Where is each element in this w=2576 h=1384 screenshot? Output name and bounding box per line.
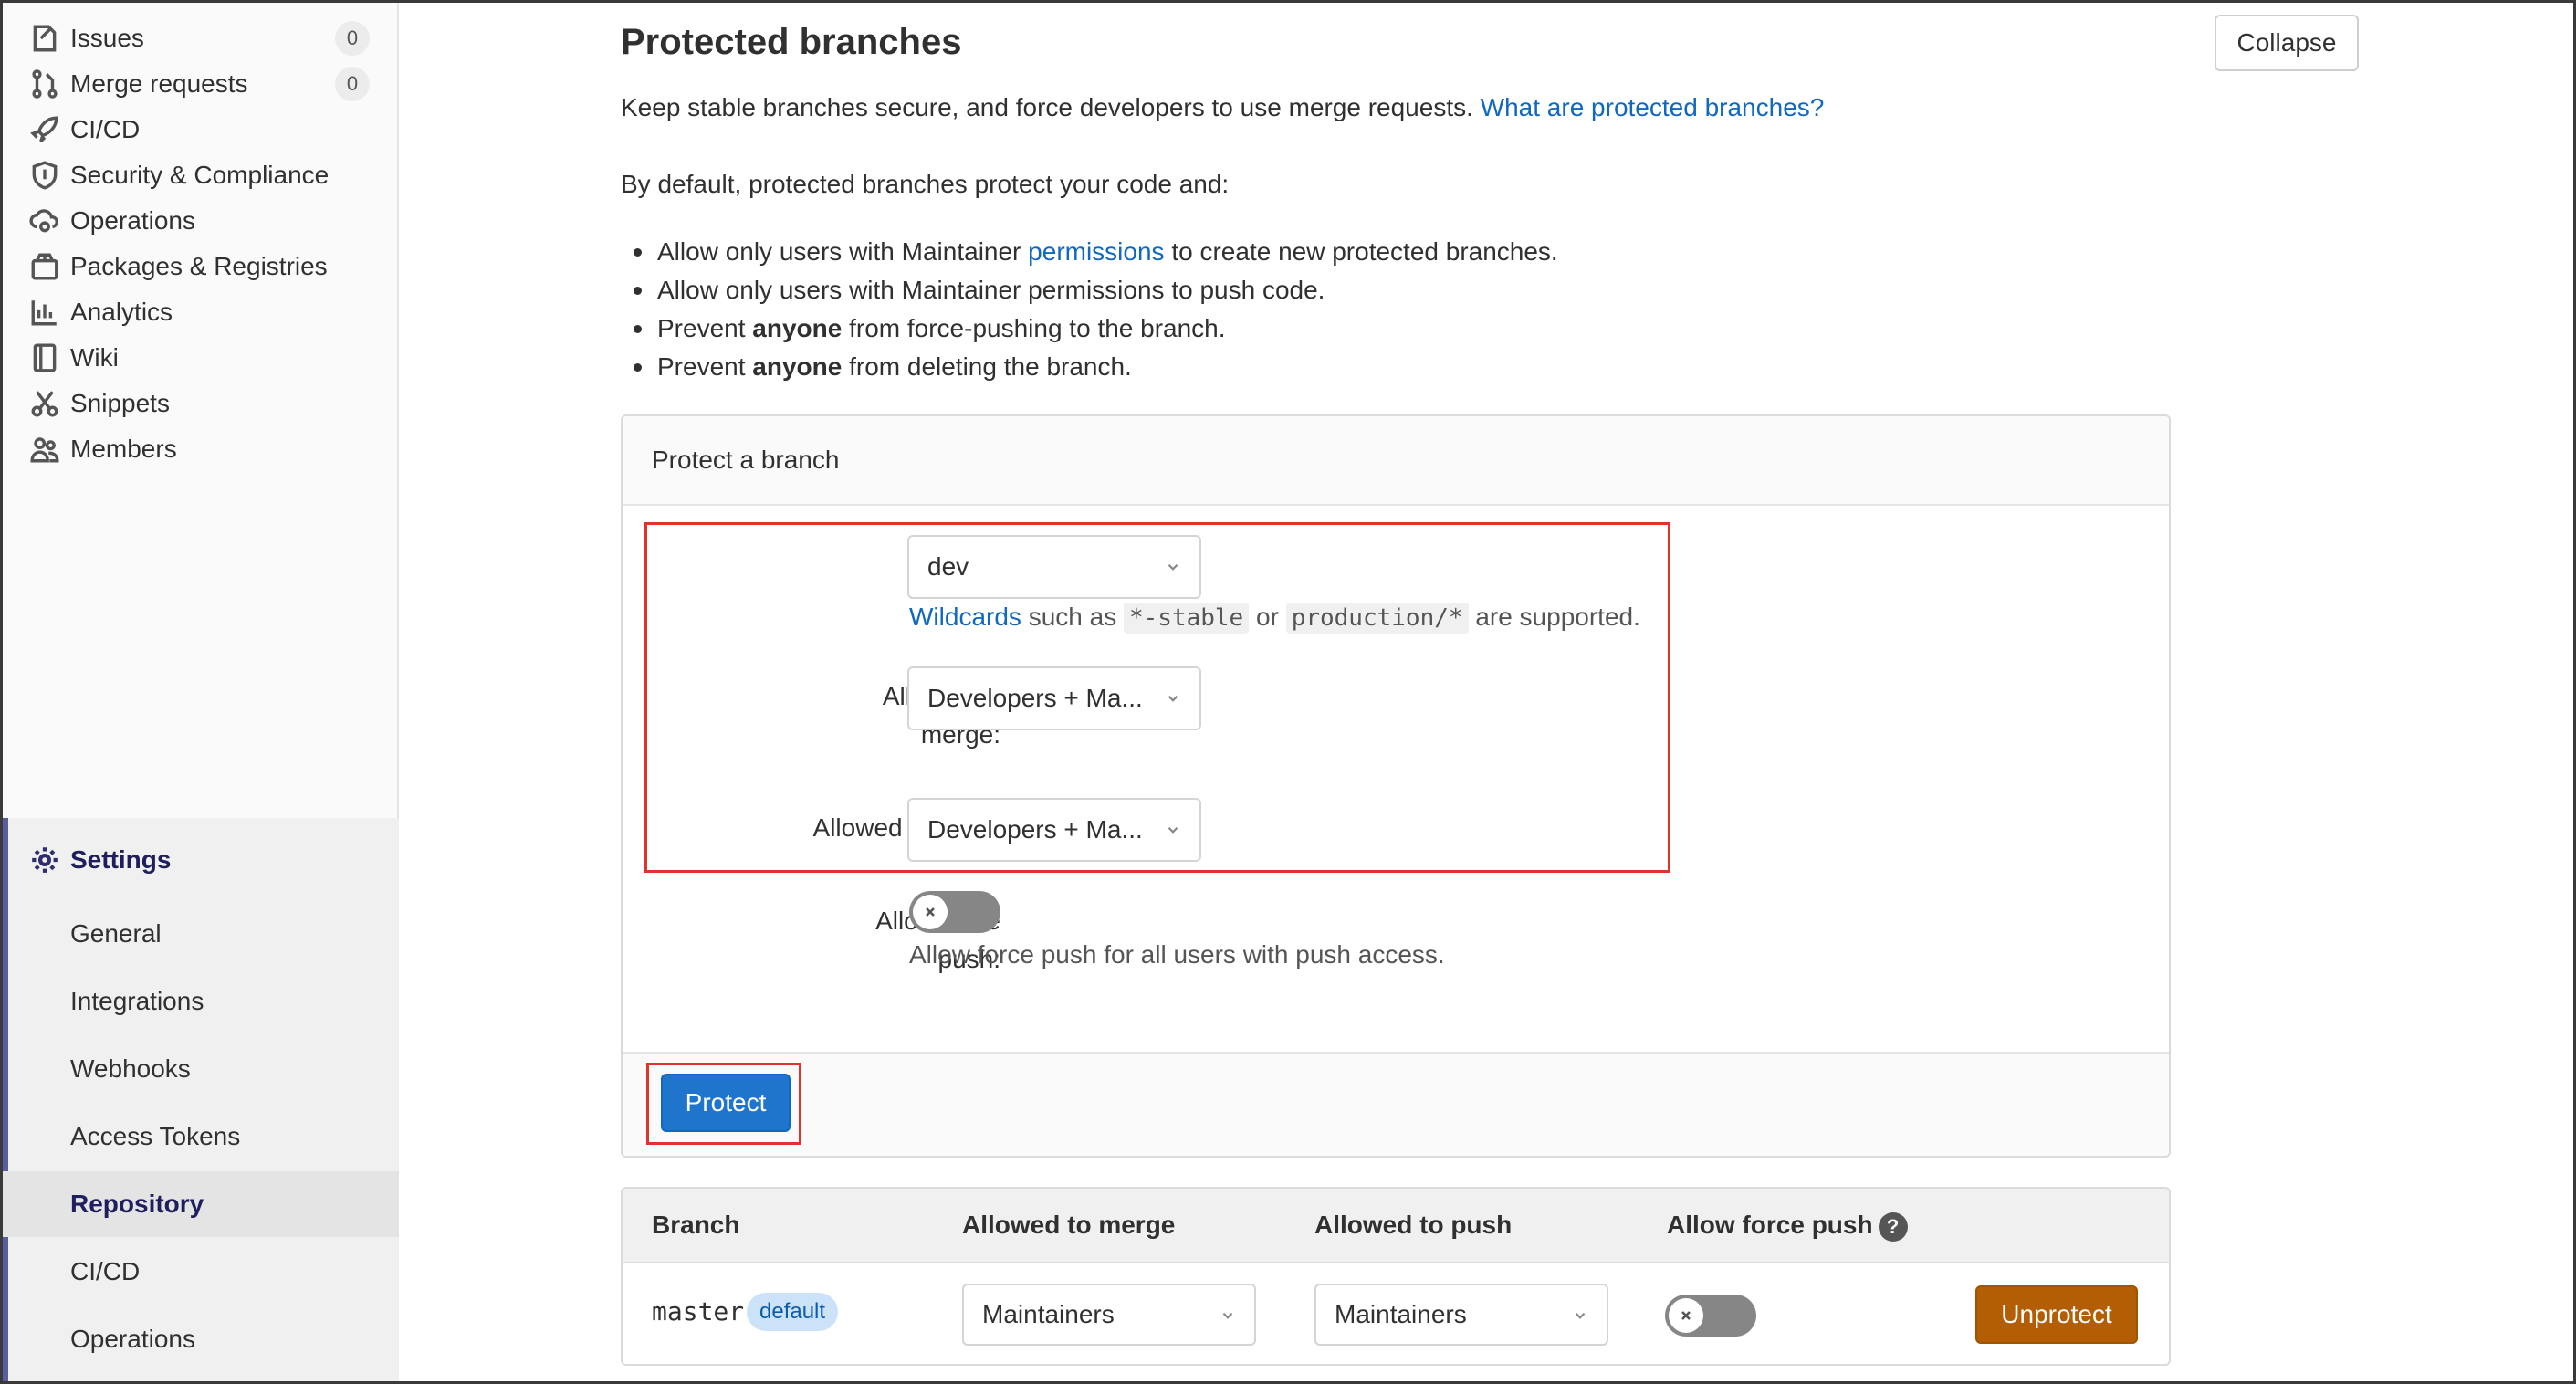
sidebar-item-members[interactable]: Members <box>3 408 399 490</box>
gear-icon <box>26 842 63 878</box>
sidebar-sub-label: Access Tokens <box>70 1122 241 1150</box>
sidebar-item-label: Members <box>70 435 177 463</box>
column-header-label: Allow force push <box>1667 1211 1873 1239</box>
sidebar-sub-operations[interactable]: Operations <box>3 1306 399 1372</box>
dropdown-value: Maintainers <box>982 1300 1115 1328</box>
column-header-branch: Branch <box>652 1211 740 1239</box>
close-icon <box>926 907 935 917</box>
table-header: Branch Allowed to merge Allowed to push … <box>623 1189 2169 1263</box>
sidebar-sub-webhooks[interactable]: Webhooks <box>3 1036 399 1102</box>
bullet-text: Allow only users with Maintainer permiss… <box>657 276 1325 304</box>
branch-select-value: dev <box>927 552 969 581</box>
sidebar-sub-integrations[interactable]: Integrations <box>3 969 399 1034</box>
bullet-text: from deleting the branch. <box>849 352 1132 381</box>
allowed-to-merge-dropdown[interactable]: Developers + Ma... <box>907 666 1201 730</box>
sidebar-sub-label: General <box>70 919 162 948</box>
chevron-down-icon <box>1575 1312 1586 1319</box>
intro-text: Keep stable branches secure, and force d… <box>621 93 1824 122</box>
help-text: or <box>1256 603 1279 631</box>
sidebar-sub-repository[interactable]: Repository <box>3 1171 399 1237</box>
row-force-push-toggle[interactable] <box>1665 1295 1756 1337</box>
list-item: Prevent anyone from force-pushing to the… <box>634 312 1558 351</box>
toggle-knob <box>1669 1298 1703 1333</box>
sidebar-sub-label: CI/CD <box>70 1257 141 1285</box>
question-icon[interactable]: ? <box>1878 1211 1908 1242</box>
sidebar-sub-access-tokens[interactable]: Access Tokens <box>3 1104 399 1169</box>
toggle-knob <box>913 895 948 929</box>
unprotect-button[interactable]: Unprotect <box>1975 1285 2138 1344</box>
bullet-text: Allow only users with Maintainer <box>657 237 1021 266</box>
list-item: Prevent anyone from deleting the branch. <box>634 351 1558 389</box>
allow-force-push-toggle[interactable] <box>909 891 1000 933</box>
protection-rules-list: Allow only users with Maintainer permiss… <box>634 236 1558 389</box>
sidebar-sub-label: Repository <box>70 1190 204 1218</box>
chevron-down-icon <box>1168 826 1178 834</box>
collapse-button[interactable]: Collapse <box>2215 15 2359 71</box>
allowed-to-push-dropdown[interactable]: Developers + Ma... <box>907 798 1201 862</box>
sidebar-sub-label: Integrations <box>70 987 204 1015</box>
chevron-down-icon <box>1168 695 1178 702</box>
wildcards-help: Wildcards such as *-stable or production… <box>909 603 1640 634</box>
bullet-text: Prevent <box>657 314 746 342</box>
bullet-emphasis: anyone <box>752 352 843 381</box>
branch-name: master <box>652 1296 745 1326</box>
list-item: Allow only users with Maintainer permiss… <box>634 274 1558 312</box>
permissions-link[interactable]: permissions <box>1028 237 1164 266</box>
force-push-help: Allow force push for all users with push… <box>909 940 1445 969</box>
intro-description: Keep stable branches secure, and force d… <box>621 93 1473 121</box>
chevron-down-icon <box>1168 563 1178 571</box>
sidebar-sub-label: Operations <box>70 1325 195 1353</box>
close-icon <box>1681 1311 1691 1320</box>
card-header: Protect a branch <box>623 416 2169 506</box>
default-badge: default <box>747 1293 839 1331</box>
dropdown-value: Developers + Ma... <box>927 684 1143 712</box>
help-text: are supported. <box>1475 603 1640 631</box>
sidebar-sub-label: Webhooks <box>70 1054 191 1083</box>
sidebar-sub-general[interactable]: General <box>3 901 399 967</box>
sidebar-sub-cicd[interactable]: CI/CD <box>3 1239 399 1305</box>
list-item: Allow only users with Maintainer permiss… <box>634 236 1558 274</box>
sidebar-item-label: Settings <box>70 845 172 874</box>
sidebar-item-settings[interactable]: Settings <box>3 819 399 901</box>
protected-branches-table: Branch Allowed to merge Allowed to push … <box>621 1187 2171 1366</box>
default-protection-text: By default, protected branches protect y… <box>621 170 1230 198</box>
row-allowed-to-push-dropdown[interactable]: Maintainers <box>1314 1284 1608 1346</box>
bullet-text: from force-pushing to the branch. <box>849 314 1226 342</box>
users-icon <box>26 431 63 467</box>
protect-button[interactable]: Protect <box>661 1074 791 1132</box>
wildcard-example-code: production/* <box>1285 603 1469 634</box>
column-header-allowed-to-push: Allowed to push <box>1314 1211 1513 1239</box>
protected-branches-help-link[interactable]: What are protected branches? <box>1481 93 1825 121</box>
help-text: such as <box>1028 603 1117 631</box>
dropdown-value: Maintainers <box>1335 1300 1467 1328</box>
card-footer <box>623 1052 2169 1156</box>
sidebar: Issues 0 Merge requests 0 CI/CD Security… <box>3 3 399 1381</box>
column-header-allow-force-push: Allow force push? <box>1667 1211 1908 1242</box>
column-header-allowed-to-merge: Allowed to merge <box>962 1211 1176 1239</box>
branch-select[interactable]: dev <box>907 535 1201 599</box>
bullet-text: Prevent <box>657 352 746 381</box>
card-title: Protect a branch <box>652 446 840 474</box>
bullet-emphasis: anyone <box>752 314 843 342</box>
chevron-down-icon <box>1222 1312 1233 1319</box>
page-title: Protected branches <box>621 22 962 62</box>
bullet-text: to create new protected branches. <box>1171 237 1558 266</box>
row-allowed-to-merge-dropdown[interactable]: Maintainers <box>962 1284 1256 1346</box>
wildcards-link[interactable]: Wildcards <box>909 603 1021 631</box>
dropdown-value: Developers + Ma... <box>927 815 1143 844</box>
main-content: Protected branches Collapse Keep stable … <box>402 0 2572 1384</box>
wildcard-example-code: *-stable <box>1123 603 1250 634</box>
